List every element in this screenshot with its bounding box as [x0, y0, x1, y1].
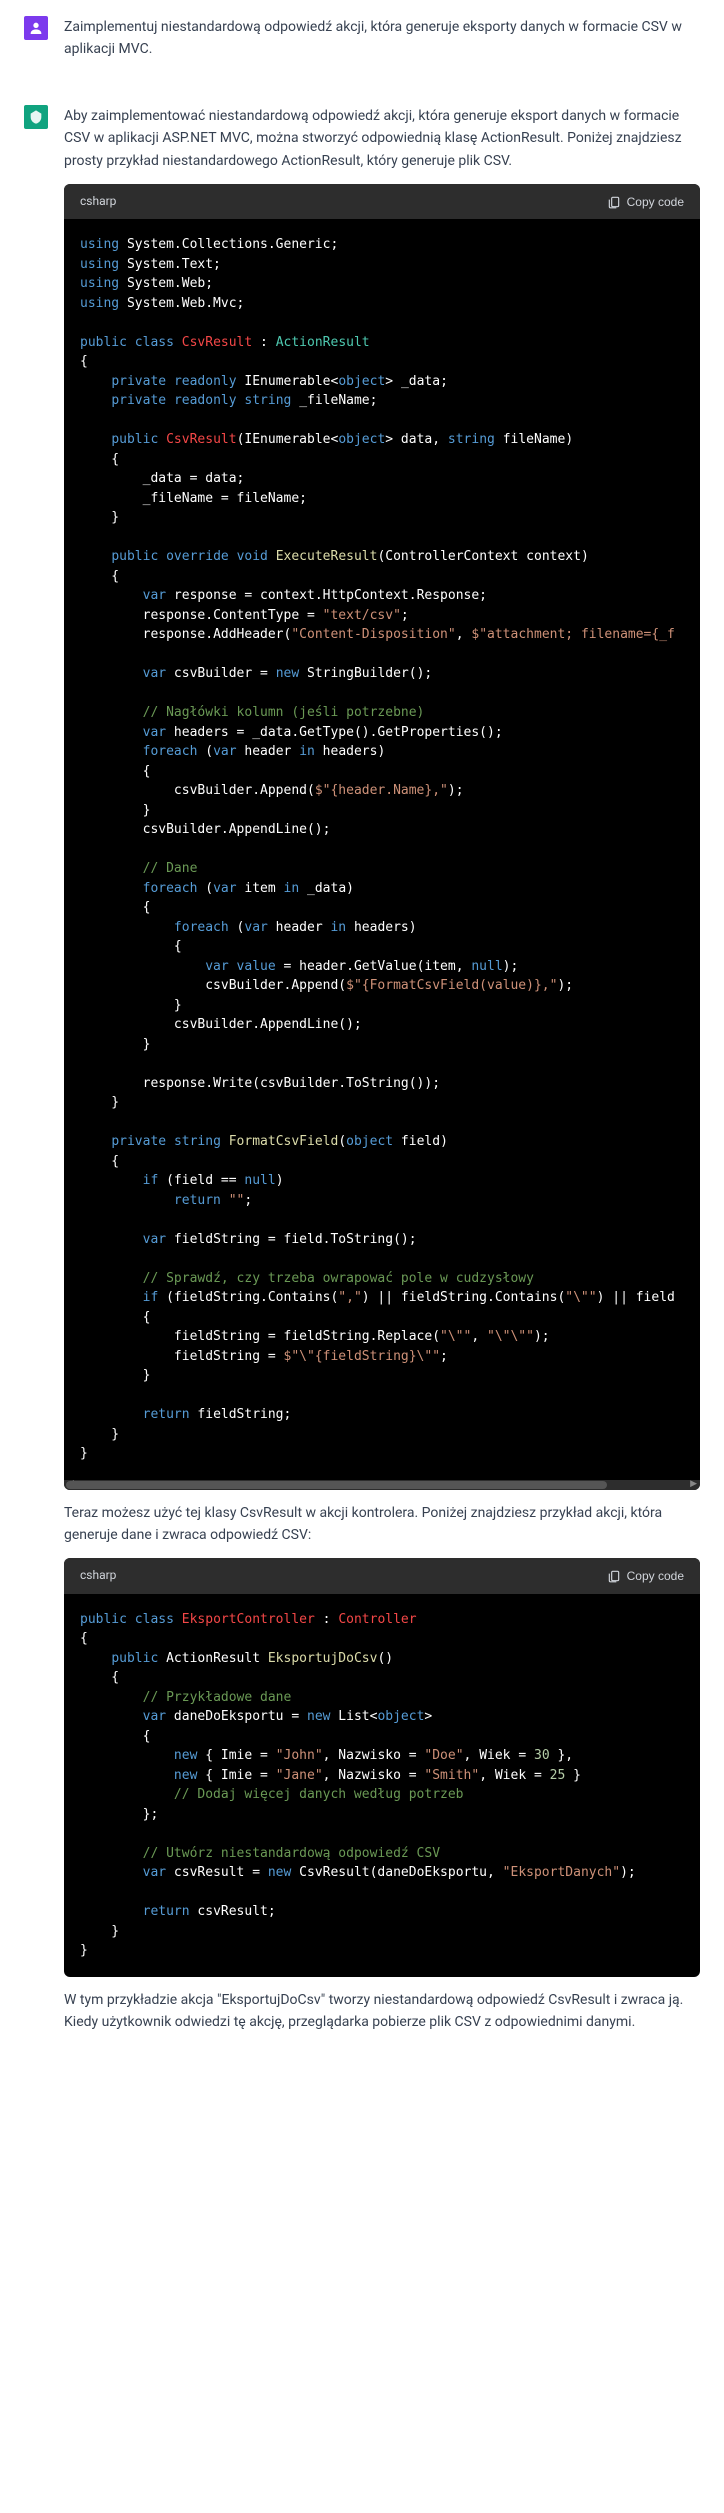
- mid-text: Teraz możesz użyć tej klasy CsvResult w …: [64, 1502, 700, 1547]
- user-avatar: [24, 16, 48, 40]
- user-message: Zaimplementuj niestandardową odpowiedź a…: [0, 0, 724, 89]
- code-content: using System.Collections.Generic; using …: [80, 235, 684, 1464]
- outro-text: W tym przykładzie akcja "EksportujDoCsv"…: [64, 1989, 700, 2034]
- user-prompt: Zaimplementuj niestandardową odpowiedź a…: [64, 16, 700, 61]
- assistant-avatar: [24, 105, 48, 129]
- code-body[interactable]: using System.Collections.Generic; using …: [64, 219, 700, 1480]
- code-content: public class EksportController : Control…: [80, 1610, 684, 1961]
- user-content: Zaimplementuj niestandardową odpowiedź a…: [64, 16, 700, 73]
- clipboard-icon: [607, 1569, 621, 1583]
- code-lang: csharp: [80, 192, 116, 211]
- bot-icon: [28, 109, 44, 125]
- clipboard-icon: [607, 195, 621, 209]
- intro-text: Aby zaimplementować niestandardową odpow…: [64, 105, 700, 172]
- code-body[interactable]: public class EksportController : Control…: [64, 1594, 700, 1977]
- code-block-1: csharp Copy code using System.Collection…: [64, 184, 700, 1490]
- scrollbar-thumb[interactable]: [66, 1481, 607, 1489]
- code-header: csharp Copy code: [64, 184, 700, 219]
- code-lang: csharp: [80, 1566, 116, 1585]
- copy-button[interactable]: Copy code: [607, 1569, 684, 1583]
- assistant-message: Aby zaimplementować niestandardową odpow…: [0, 89, 724, 2062]
- code-header: csharp Copy code: [64, 1558, 700, 1593]
- person-icon: [28, 20, 44, 36]
- assistant-content: Aby zaimplementować niestandardową odpow…: [64, 105, 700, 2046]
- scroll-right-icon[interactable]: ▶: [687, 1477, 700, 1489]
- code-block-2: csharp Copy code public class EksportCon…: [64, 1558, 700, 1976]
- horizontal-scrollbar[interactable]: ◀ ▶: [64, 1480, 700, 1490]
- copy-button[interactable]: Copy code: [607, 195, 684, 209]
